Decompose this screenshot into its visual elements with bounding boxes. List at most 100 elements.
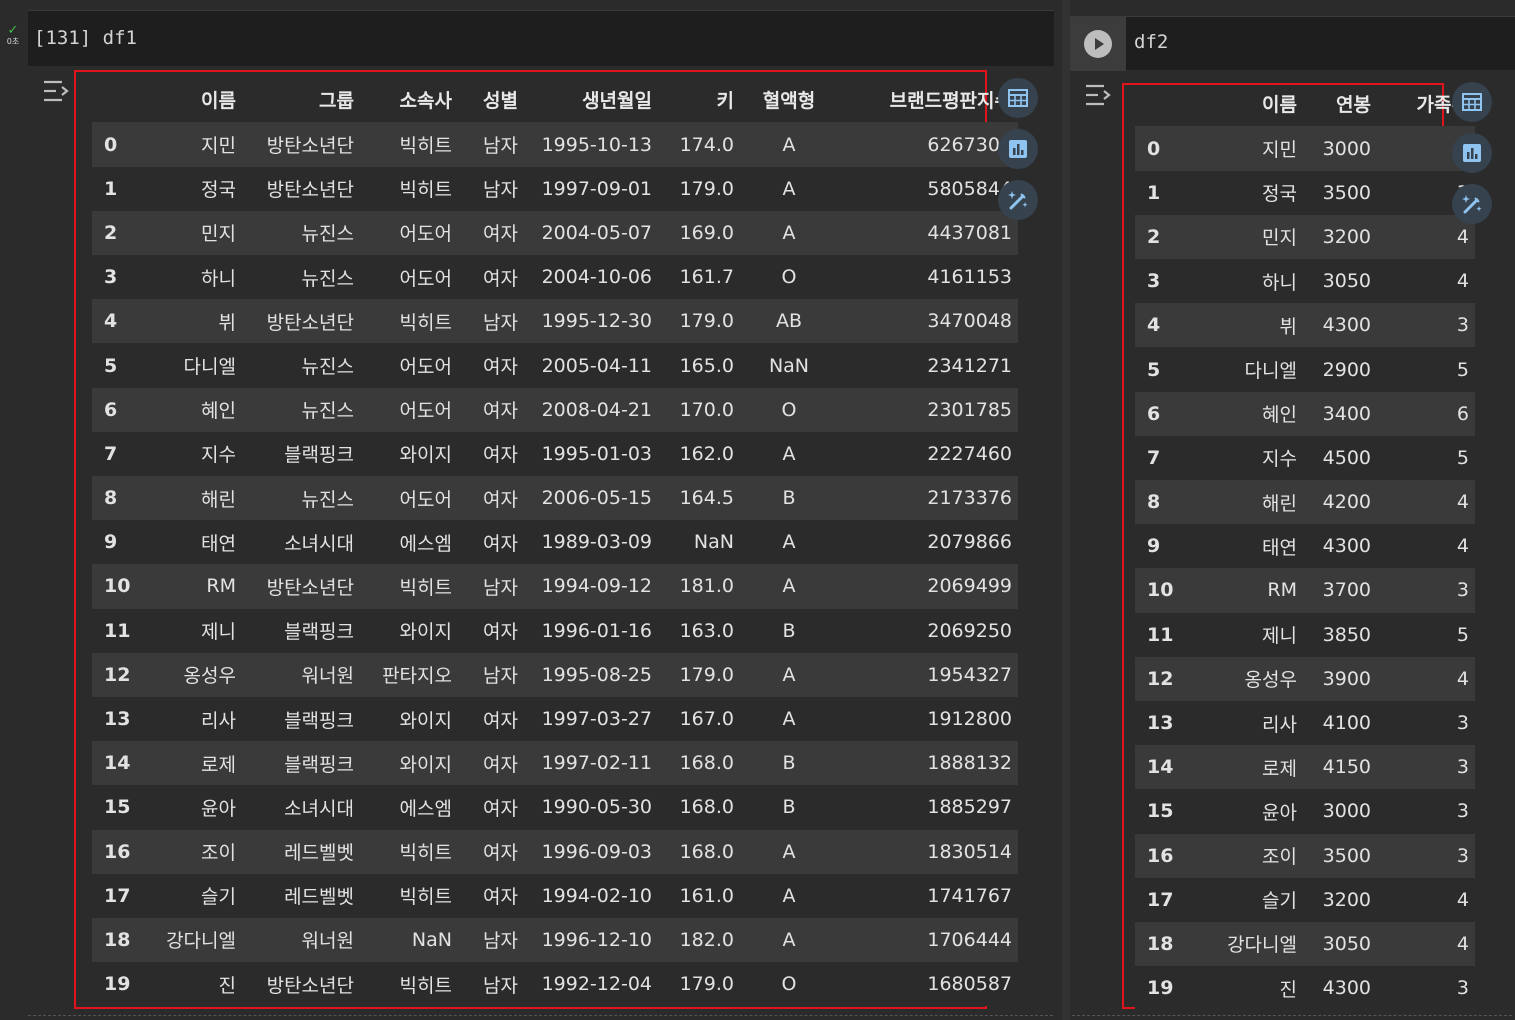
- table-cell: A: [782, 840, 796, 863]
- table-cell: 남자: [483, 974, 518, 997]
- row-index: 13: [104, 708, 131, 731]
- table-cell: 3: [1456, 314, 1469, 337]
- table-cell: 강다니엘: [166, 930, 236, 953]
- table-cell: 어도어: [399, 488, 452, 511]
- chart-button[interactable]: [998, 129, 1038, 169]
- table-cell: 블랙핑크: [284, 444, 354, 467]
- code-editor[interactable]: [131] df1: [28, 10, 1054, 66]
- table-cell: 3500: [1322, 181, 1371, 204]
- table-cell: 여자: [483, 356, 518, 379]
- table-button[interactable]: [998, 78, 1038, 118]
- collapse-output-icon[interactable]: [42, 78, 72, 104]
- table-row: 1정국35003: [1135, 170, 1475, 215]
- table-cell: 방탄소년단: [266, 179, 354, 202]
- table-row: 5 다니엘 뉴진스 어도어 여자 2005-04-11 165.0 NaN 2341271: [92, 343, 1018, 388]
- row-index: 16: [104, 840, 131, 863]
- table-cell: 4100: [1322, 712, 1371, 735]
- table-cell: 5: [1456, 358, 1469, 381]
- chart-button[interactable]: [1452, 133, 1492, 173]
- run-button[interactable]: [1070, 17, 1126, 71]
- table-cell: 2004-05-07: [541, 221, 652, 244]
- table-cell: 여자: [483, 488, 518, 511]
- table-cell: 로제: [201, 753, 236, 776]
- table-cell: 4: [1456, 270, 1469, 293]
- table-cell: 레드벨벳: [284, 886, 354, 909]
- table-cell: 민지: [201, 223, 236, 246]
- table-cell: 3000: [1322, 137, 1371, 160]
- table-button[interactable]: [1452, 82, 1492, 122]
- execution-status: ✓ 0초: [2, 24, 24, 47]
- table-cell: 1995-08-25: [541, 663, 652, 686]
- table-cell: 174.0: [679, 133, 734, 156]
- table-cell: 3050: [1322, 270, 1371, 293]
- table-cell: 진: [218, 974, 236, 997]
- table-cell: 정국: [1262, 183, 1297, 206]
- code-text[interactable]: [131] df1: [34, 27, 137, 49]
- table-cell: 1830514: [927, 840, 1012, 863]
- table-cell: 여자: [483, 886, 518, 909]
- table-cell: 태연: [201, 532, 236, 555]
- table-cell: B: [782, 619, 796, 642]
- row-index: 7: [1147, 446, 1161, 469]
- table-cell: 정국: [201, 179, 236, 202]
- row-index: 3: [104, 266, 118, 289]
- code-text[interactable]: df2: [1134, 31, 1168, 53]
- table-cell: 4500: [1322, 446, 1371, 469]
- table-cell: A: [782, 575, 796, 598]
- magic-wand-icon: [1459, 191, 1485, 217]
- column-header: 성별: [458, 76, 524, 123]
- table-cell: 1996-01-16: [541, 619, 652, 642]
- table-cell: 제니: [201, 621, 236, 644]
- table-row: 13 리사 4100 3: [1135, 700, 1475, 746]
- table-cell: 1741767: [927, 884, 1012, 907]
- table-row: 17 슬기 3200 4: [1135, 877, 1475, 922]
- table-cell: 3: [1456, 579, 1469, 602]
- table-cell: 강다니엘: [1227, 934, 1297, 957]
- table-cell: 179.0: [679, 310, 734, 333]
- row-index: 15: [104, 796, 131, 819]
- column-header: 이름: [160, 76, 242, 123]
- table-cell: B: [782, 752, 796, 775]
- table-cell: 3200: [1322, 888, 1371, 911]
- magic-wand-button[interactable]: [998, 180, 1038, 220]
- table-cell: AB: [775, 310, 803, 333]
- table-cell: 2008-04-21: [541, 398, 652, 421]
- table-cell: 1992-12-04: [541, 973, 652, 996]
- table-cell: 슬기: [201, 886, 236, 909]
- table-cell: 5: [1456, 623, 1469, 646]
- table-cell: 1994-09-12: [541, 575, 652, 598]
- table-cell: 1995-01-03: [541, 442, 652, 465]
- table-row: 14 로제 블랙핑크 와이지 여자 1997-02-11 168.0 B 1888132: [92, 741, 1018, 786]
- table-cell: 3: [1456, 800, 1469, 823]
- table-cell: 제니: [1262, 625, 1297, 648]
- table-cell: 3: [1456, 712, 1469, 735]
- table-cell: 뉴진스: [301, 223, 354, 246]
- table-cell: 1885297: [927, 796, 1012, 819]
- collapse-output-icon[interactable]: [1084, 82, 1114, 108]
- table-cell: 혜인: [1262, 404, 1297, 427]
- table-cell: 3500: [1322, 844, 1371, 867]
- table-cell: 1954327: [927, 663, 1012, 686]
- table-cell: 2079866: [927, 531, 1012, 554]
- column-header: 혈액형: [740, 76, 838, 123]
- row-index: 10: [1147, 579, 1174, 602]
- row-index: 5: [1147, 358, 1161, 381]
- table-header-row: 이름 연봉 가족수: [1135, 80, 1475, 127]
- table-cell: 179.0: [679, 973, 734, 996]
- table-cell: 1680587: [927, 973, 1012, 996]
- table-cell: 4: [1456, 888, 1469, 911]
- column-header: 연봉: [1303, 80, 1377, 127]
- table-row: 10 RM 3700 3: [1135, 568, 1475, 613]
- code-editor[interactable]: df2: [1070, 16, 1515, 71]
- magic-wand-button[interactable]: [1452, 184, 1492, 224]
- table-row: 7 지수 블랙핑크 와이지 여자 1995-01-03 162.0 A 2227460: [92, 431, 1018, 476]
- dataframe-table: 이름 그룹 소속사 성별 생년월일 키 혈액형 브랜드평판지수 0 지민 방탄소년단 빅히트 남자 19…: [92, 76, 1018, 1007]
- table-row: 8 해린 4200 4: [1135, 480, 1475, 525]
- table-cell: 남자: [483, 576, 518, 599]
- table-cell: 뉴진스: [301, 488, 354, 511]
- table-row: 6 혜인 3400 6: [1135, 391, 1475, 436]
- table-cell: A: [782, 221, 796, 244]
- table-row: 5 다니엘 2900 5: [1135, 347, 1475, 392]
- table-cell: 판타지오: [382, 665, 452, 688]
- table-cell: 여자: [483, 223, 518, 246]
